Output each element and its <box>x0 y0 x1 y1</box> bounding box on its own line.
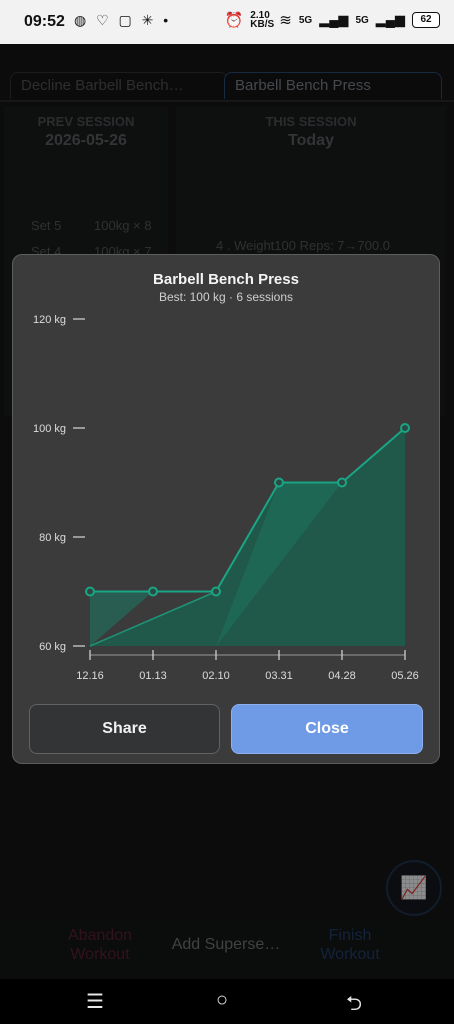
battery-icon: 62 <box>412 12 440 28</box>
y-tick-label: 120 kg <box>33 314 66 326</box>
system-nav-bar: ☰ ○ ⮌ <box>0 979 454 1024</box>
sim1-signal: 5G <box>298 14 313 26</box>
sim2-signal: 5G <box>355 14 369 26</box>
home-icon[interactable]: ○ <box>216 989 228 1012</box>
x-tick-label: 04.28 <box>328 670 356 682</box>
y-tick-label: 60 kg <box>39 641 66 653</box>
y-tick-label: 80 kg <box>39 532 66 544</box>
back-icon[interactable]: ⮌ <box>346 989 362 1023</box>
y-tick-label: 100 kg <box>33 423 66 435</box>
progress-chart: 60 kg 80 kg 100 kg 120 kg 12.16 01.13 02.10 03.… <box>33 314 419 682</box>
x-tick-label: 05.26 <box>391 670 419 682</box>
data-point <box>400 423 410 433</box>
data-point <box>85 586 95 597</box>
data-point <box>211 586 221 597</box>
progress-chart-dialog: Barbell Bench Press Best: 100 kg · 6 ses… <box>12 254 440 764</box>
signal-icon-2: ▂▄▆ <box>375 12 405 27</box>
x-tick-label: 03.31 <box>265 670 293 682</box>
data-point <box>148 586 158 597</box>
data-point <box>337 477 347 488</box>
status-right: ⏰ 2.10 KB/S ≋ 5G ▂▄▆ 5G ▂▄▆ 62 <box>224 10 440 30</box>
signal-icon: ▂▄▆ <box>319 12 349 27</box>
net-speed: 2.10 KB/S <box>250 10 275 30</box>
alarm-icon: ⏰ <box>224 12 244 29</box>
menu-icon[interactable]: ☰ <box>86 989 104 1014</box>
notification-icons: ◍ ♡ ▢ ✳ • <box>74 12 172 28</box>
close-button[interactable]: Close <box>231 704 423 754</box>
x-tick-label: 01.13 <box>139 670 167 682</box>
status-bar: 09:52 ◍ ♡ ▢ ✳ • ⏰ 2.10 KB/S ≋ 5G ▂▄▆ 5G … <box>0 0 454 44</box>
x-tick-label: 02.10 <box>202 670 230 682</box>
data-point <box>274 477 284 488</box>
x-tick-label: 12.16 <box>76 670 104 682</box>
status-time: 09:52 <box>24 13 65 30</box>
share-button[interactable]: Share <box>29 704 220 754</box>
wifi-icon: ≋ <box>279 12 292 29</box>
